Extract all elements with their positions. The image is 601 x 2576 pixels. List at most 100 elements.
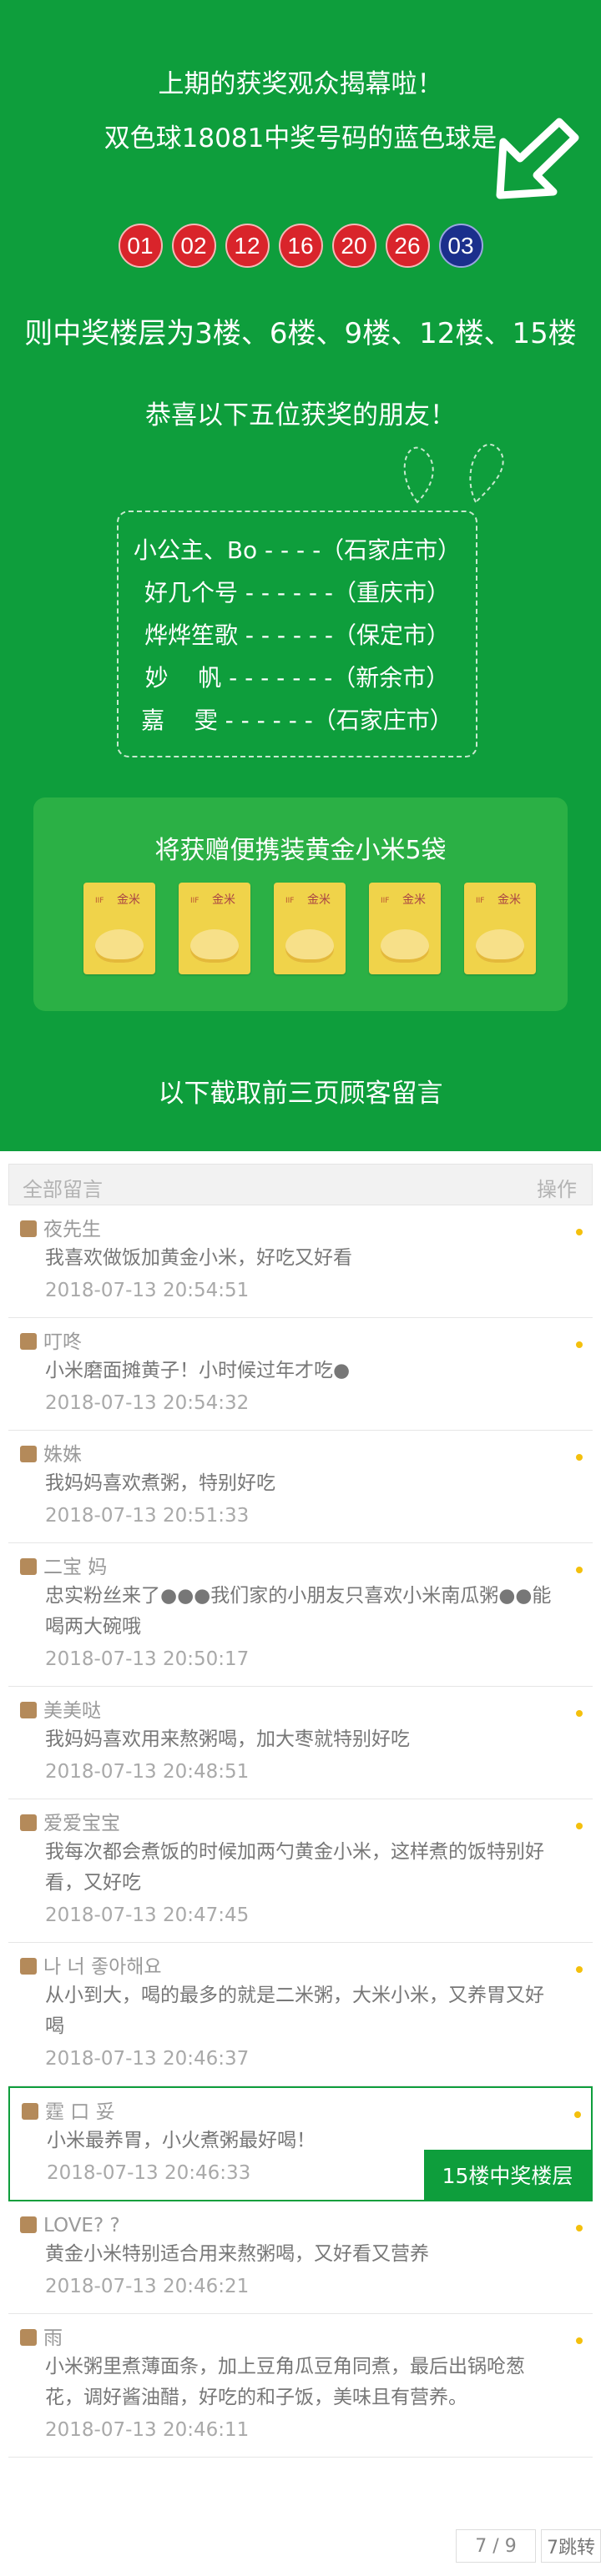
comment-author: 雨 — [43, 2327, 63, 2349]
red-ball: 16 — [278, 224, 323, 268]
bag-glyph: 金米 — [117, 893, 140, 907]
like-star-icon[interactable] — [576, 1823, 583, 1829]
comment-content: 忠实粉丝来了●●●我们家的小朋友只喜欢小米南瓜粥●●能喝两大碗哦 — [45, 1585, 552, 1638]
comment-author: LOVE? ? — [43, 2215, 120, 2236]
millet-pile — [95, 929, 144, 963]
bag-brand: IIF — [190, 897, 199, 905]
page-indicator[interactable]: 7 / 9 — [456, 2529, 536, 2563]
comment-author: 叮咚 — [43, 1331, 82, 1353]
winning-floors: 则中奖楼层为3楼、6楼、9楼、12楼、15楼 — [24, 317, 577, 350]
all-comments-label: 全部留言 — [23, 1178, 103, 1201]
like-star-icon[interactable] — [576, 1341, 583, 1348]
red-ball: 02 — [171, 224, 216, 268]
bag-glyph: 金米 — [497, 893, 521, 907]
comment-time: 2018-07-13 20:54:32 — [45, 1392, 250, 1414]
comment-content: 我妈妈喜欢煮粥，特别好吃 — [45, 1472, 275, 1494]
comment-author: 나 너 좋아해요 — [43, 1956, 162, 1978]
avatar — [20, 2329, 37, 2346]
announce-line-1: 上期的获奖观众揭幕啦！ — [158, 69, 443, 99]
avatar — [20, 1814, 37, 1831]
comment-time: 2018-07-13 20:46:21 — [45, 2276, 250, 2297]
comment-author: 夜先生 — [43, 1219, 101, 1240]
avatar — [20, 1220, 37, 1237]
red-ball: 26 — [385, 224, 430, 268]
comment-content: 我喜欢做饭加黄金小米，好吃又好看 — [45, 1247, 352, 1269]
avatar — [20, 1558, 37, 1575]
winning-floor-badge: 15楼中奖楼层 — [424, 2150, 591, 2200]
red-ball: 12 — [225, 224, 270, 268]
comment-author: 美美哒 — [43, 1700, 101, 1722]
millet-bag-image: IIF 金米 — [274, 883, 346, 974]
blue-ball: 03 — [438, 224, 483, 268]
lottery-balls: 01 02 12 16 20 26 03 — [0, 224, 601, 268]
prize-bags: IIF 金米 IIF 金米 IIF 金米 IIF 金米 IIF 金米 — [83, 883, 536, 974]
like-star-icon[interactable] — [574, 2111, 581, 2118]
comment-time: 2018-07-13 20:46:37 — [45, 2048, 250, 2070]
bag-glyph: 金米 — [402, 893, 426, 907]
comment-item: 雨小米粥里煮薄面条，加上豆角瓜豆角同煮，最后出锅呛葱花，调好酱油醋，好吃的和子饭… — [8, 2314, 593, 2458]
comment-time: 2018-07-13 20:50:17 — [45, 1648, 250, 1670]
like-star-icon[interactable] — [576, 2337, 583, 2344]
prize-card: 将获赠便携装黄金小米5袋 IIF 金米 IIF 金米 IIF 金米 IIF 金米 IIF 金米 — [33, 797, 568, 1011]
comment-content: 我妈妈喜欢用来熬粥喝，加大枣就特别好吃 — [45, 1728, 410, 1750]
bag-brand: IIF — [476, 897, 485, 905]
winner-row: 小公主、Bo - - - -（石家庄市） — [133, 536, 462, 564]
comment-time: 2018-07-13 20:46:11 — [45, 2419, 250, 2441]
millet-pile — [190, 929, 239, 963]
millet-pile — [381, 929, 429, 963]
bag-brand: IIF — [95, 897, 104, 905]
comment-content: 黄金小米特别适合用来熬粥喝，又好看又营养 — [45, 2243, 429, 2265]
like-star-icon[interactable] — [576, 1229, 583, 1235]
jump-button[interactable]: 7跳转 — [541, 2529, 601, 2563]
comments-intro: 以下截取前三页顾客留言 — [158, 1079, 443, 1109]
winners-list: 小公主、Bo - - - -（石家庄市） 好几个号 - - - - - -（重庆市… — [117, 527, 477, 740]
comment-item: 霆 口 妥小米最养胃，小火煮粥最好喝！ 2018-07-13 20:46:33 15… — [8, 2086, 593, 2201]
winner-row: 好几个号 - - - - - -（重庆市） — [144, 578, 451, 606]
prize-title: 将获赠便携装黄金小米5袋 — [154, 836, 447, 865]
winner-row: 嘉 雯 - - - - - -（石家庄市） — [141, 706, 453, 734]
red-ball: 01 — [118, 224, 163, 268]
avatar — [20, 1333, 37, 1350]
comment-author: 二宝 妈 — [43, 1557, 108, 1578]
comment-time: 2018-07-13 20:54:51 — [45, 1280, 250, 1301]
comment-content: 从小到大，喝的最多的就是二米粥，大米小米，又养胃又好喝 — [45, 1985, 544, 2037]
millet-bag-image: IIF 金米 — [83, 883, 155, 974]
comment-content: 小米磨面摊黄子！小时候过年才吃● — [45, 1360, 351, 1381]
comment-item: 美美哒我妈妈喜欢用来熬粥喝，加大枣就特别好吃 2018-07-13 20:48:5… — [8, 1687, 593, 1799]
millet-bag-image: IIF 金米 — [464, 883, 536, 974]
comment-time: 2018-07-13 20:48:51 — [45, 1761, 250, 1783]
comment-time: 2018-07-13 20:47:45 — [45, 1904, 250, 1926]
comment-content: 小米粥里煮薄面条，加上豆角瓜豆角同煮，最后出锅呛葱花，调好酱油醋，好吃的和子饭，… — [45, 2356, 525, 2408]
comment-item: 爱爱宝宝我每次都会煮饭的时候加两勺黄金小米，这样煮的饭特别好看，又好吃 2018-… — [8, 1799, 593, 1943]
comment-item: 夜先生我喜欢做饭加黄金小米，好吃又好看 2018-07-13 20:54:51 — [8, 1205, 593, 1318]
like-star-icon[interactable] — [576, 1567, 583, 1573]
avatar — [20, 1958, 37, 1975]
bag-glyph: 金米 — [212, 893, 235, 907]
like-star-icon[interactable] — [576, 1454, 583, 1461]
winner-row: 妙 帆 - - - - - - -（新余市） — [144, 663, 450, 692]
comment-content: 我每次都会煮饭的时候加两勺黄金小米，这样煮的饭特别好看，又好吃 — [45, 1841, 544, 1894]
actions-label[interactable]: 操作 — [537, 1173, 577, 1202]
like-star-icon[interactable] — [576, 1966, 583, 1973]
bag-glyph: 金米 — [307, 893, 331, 907]
like-star-icon[interactable] — [576, 1710, 583, 1717]
comment-author: 爱爱宝宝 — [43, 1813, 120, 1834]
comment-item: LOVE? ? 黄金小米特别适合用来熬粥喝，又好看又营养 2018-07-13 20… — [8, 2201, 593, 2314]
comment-author: 姝姝 — [43, 1444, 82, 1466]
millet-pile — [476, 929, 524, 963]
comment-item: 二宝 妈忠实粉丝来了●●●我们家的小朋友只喜欢小米南瓜粥●●能喝两大碗哦 2018… — [8, 1543, 593, 1687]
millet-pile — [285, 929, 334, 963]
comment-item: 姝姝 我妈妈喜欢煮粥，特别好吃 2018-07-13 20:51:33 — [8, 1431, 593, 1543]
bag-brand: IIF — [381, 897, 390, 905]
comment-item: 叮咚小米磨面摊黄子！小时候过年才吃● 2018-07-13 20:54:32 — [8, 1318, 593, 1431]
avatar — [20, 1446, 37, 1462]
like-star-icon[interactable] — [576, 2225, 583, 2231]
avatar — [22, 2103, 38, 2120]
millet-bag-image: IIF 金米 — [179, 883, 250, 974]
arrow-icon — [496, 118, 579, 199]
red-ball: 20 — [331, 224, 376, 268]
bag-brand: IIF — [285, 897, 295, 905]
bow-icon — [403, 444, 504, 504]
winner-row: 烨烨笙歌 - - - - - -（保定市） — [144, 621, 451, 649]
comments-header: 全部留言 操作 — [8, 1164, 593, 1205]
